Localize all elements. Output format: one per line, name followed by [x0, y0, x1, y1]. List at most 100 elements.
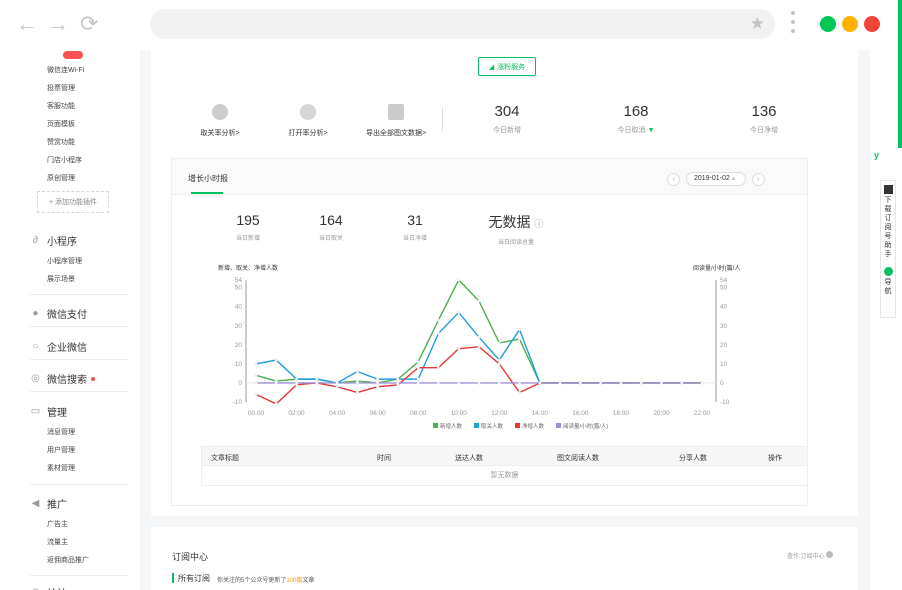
- search-icon: ◎: [31, 373, 40, 384]
- data-point: [274, 358, 278, 362]
- y-tick-label-left: 40: [235, 304, 243, 311]
- sidebar-section-manage[interactable]: ▭ 管理: [30, 404, 67, 419]
- sidebar-section-enterprise-wechat[interactable]: ○ 企业微信: [30, 339, 87, 354]
- y-tick-label-left: 54: [235, 277, 243, 284]
- promo-button[interactable]: ◢ 涨粉服务: [478, 57, 536, 76]
- data-point: [700, 381, 704, 385]
- sidebar-item-customer-service[interactable]: 客服功能: [47, 101, 75, 111]
- legend-label: 新增人数: [440, 422, 463, 430]
- subscribe-link[interactable]: 查作:订阅中心: [787, 551, 834, 560]
- sidebar-section-label: 企业微信: [47, 343, 87, 354]
- address-bar[interactable]: ★: [150, 9, 775, 39]
- legend-label: 净增人数: [522, 422, 545, 430]
- x-tick-label: 00:00: [248, 410, 265, 417]
- growth-title[interactable]: 增长小时报: [188, 173, 228, 184]
- next-day-button[interactable]: ›: [752, 172, 765, 186]
- sidebar-item-messages[interactable]: 消息管理: [47, 427, 75, 437]
- tool-unfollow-analysis[interactable]: 取关率分析>: [180, 104, 260, 138]
- divider: [30, 484, 128, 485]
- data-point: [274, 381, 278, 385]
- sidebar-item-page-template[interactable]: 页面模板: [47, 119, 75, 129]
- legend-label: 阅读量/小时(篇/人): [563, 422, 608, 430]
- data-point: [518, 381, 522, 385]
- kebab-menu-icon[interactable]: [789, 11, 797, 37]
- sidebar-item-vote[interactable]: 投票管理: [47, 83, 75, 93]
- y-tick-label-left: 0: [238, 380, 242, 387]
- stat-value: 195: [236, 212, 260, 228]
- y-logo-icon[interactable]: y: [874, 150, 879, 160]
- reload-icon[interactable]: ⟳: [80, 10, 98, 38]
- back-arrow-icon[interactable]: ←: [16, 10, 38, 38]
- add-plugin-button[interactable]: + 添加功能插件: [37, 191, 109, 213]
- sidebar-section-wechat-search[interactable]: ◎ 微信搜索: [30, 371, 95, 386]
- divider: [30, 326, 128, 327]
- stat-label: 当日净增: [402, 236, 427, 242]
- sidebar-item-store[interactable]: 门店小程序: [47, 155, 82, 165]
- sidebar-section-wechat-pay[interactable]: ● 微信支付: [30, 306, 87, 321]
- stat-today-cancel: 168 今日取消 ▼: [586, 103, 686, 135]
- date-input[interactable]: 2019-01-02 ▴: [686, 172, 746, 186]
- y-tick-label-right: 10: [720, 361, 728, 368]
- nav-link[interactable]: 导航: [881, 278, 895, 296]
- qr-code-icon[interactable]: [883, 185, 893, 194]
- sidebar-item-publisher[interactable]: 流量主: [47, 537, 68, 547]
- prev-day-button[interactable]: ‹: [667, 172, 680, 186]
- sidebar-item-commission[interactable]: 返佣商品推广: [47, 555, 89, 565]
- note-count: 100篇: [286, 578, 303, 584]
- data-point: [538, 381, 542, 385]
- help-icon[interactable]: ⓘ: [534, 219, 543, 229]
- yellow-dot-icon: [842, 16, 858, 32]
- data-point: [680, 381, 684, 385]
- x-tick-label: 22:00: [694, 410, 711, 417]
- tool-export-data[interactable]: 导出全部图文数据>: [356, 104, 436, 138]
- data-point: [335, 381, 339, 385]
- nav-icon[interactable]: [883, 267, 893, 276]
- data-point: [436, 318, 440, 322]
- data-point: [376, 381, 380, 385]
- red-dot-icon: [864, 16, 880, 32]
- sidebar-section-mini-program[interactable]: ∂ 小程序: [30, 233, 77, 248]
- data-point: [416, 366, 420, 370]
- y-tick-label-right: 50: [720, 285, 728, 292]
- date-picker: ‹ 2019-01-02 ▴ ›: [667, 172, 765, 186]
- data-point: [659, 381, 663, 385]
- data-point: [497, 358, 501, 362]
- y-tick-label-right: 40: [720, 304, 728, 311]
- stat-today-new: 304 今日新增: [457, 103, 557, 135]
- excel-icon: [388, 104, 404, 120]
- data-point: [396, 381, 400, 385]
- divider: [30, 391, 128, 392]
- data-point: [254, 392, 258, 396]
- sidebar-section-stats[interactable]: ⊘ 统计: [30, 585, 67, 590]
- download-assistant-link[interactable]: 下载订阅号助手: [881, 196, 895, 259]
- hour-stat-new: 195 当日新增: [218, 212, 278, 242]
- data-point: [416, 381, 420, 385]
- articles-table-header: 文章标题 时间 送达人数 图文阅读人数 分享人数 操作: [201, 446, 808, 466]
- sidebar-item-advertiser[interactable]: 广告主: [47, 519, 68, 529]
- sidebar-item-mini-program-manage[interactable]: 小程序管理: [47, 256, 82, 266]
- forward-arrow-icon[interactable]: →: [47, 10, 69, 38]
- data-point: [436, 331, 440, 335]
- data-point: [599, 381, 603, 385]
- chart-circle-icon: [300, 104, 316, 120]
- user-icon: [212, 104, 228, 120]
- tool-open-rate-analysis[interactable]: 打开率分析>: [268, 104, 348, 138]
- sidebar-item-reward[interactable]: 赞赏功能: [47, 137, 75, 147]
- sidebar-item-materials[interactable]: 素材管理: [47, 463, 75, 473]
- hour-stat-net: 31 当日净增: [385, 212, 445, 242]
- stat-label: 当日取关: [318, 236, 343, 242]
- data-point: [457, 278, 461, 282]
- col-actions: 操作: [768, 455, 782, 462]
- sidebar-item-users[interactable]: 用户管理: [47, 445, 75, 455]
- sidebar-item-wifi[interactable]: 微信连Wi-Fi: [47, 65, 84, 75]
- sidebar-item-scene[interactable]: 展示场景: [47, 274, 75, 284]
- y-tick-label-right: 54: [720, 277, 728, 284]
- megaphone-icon: ◀: [31, 498, 40, 509]
- legend-swatch: [515, 423, 520, 428]
- sidebar-item-original[interactable]: 原创管理: [47, 173, 75, 183]
- legend-swatch: [474, 423, 479, 428]
- stat-value: 31: [407, 212, 423, 228]
- sidebar-section-promote[interactable]: ◀ 推广: [30, 496, 67, 511]
- star-icon[interactable]: ★: [750, 14, 765, 34]
- active-tab-indicator: [191, 192, 223, 194]
